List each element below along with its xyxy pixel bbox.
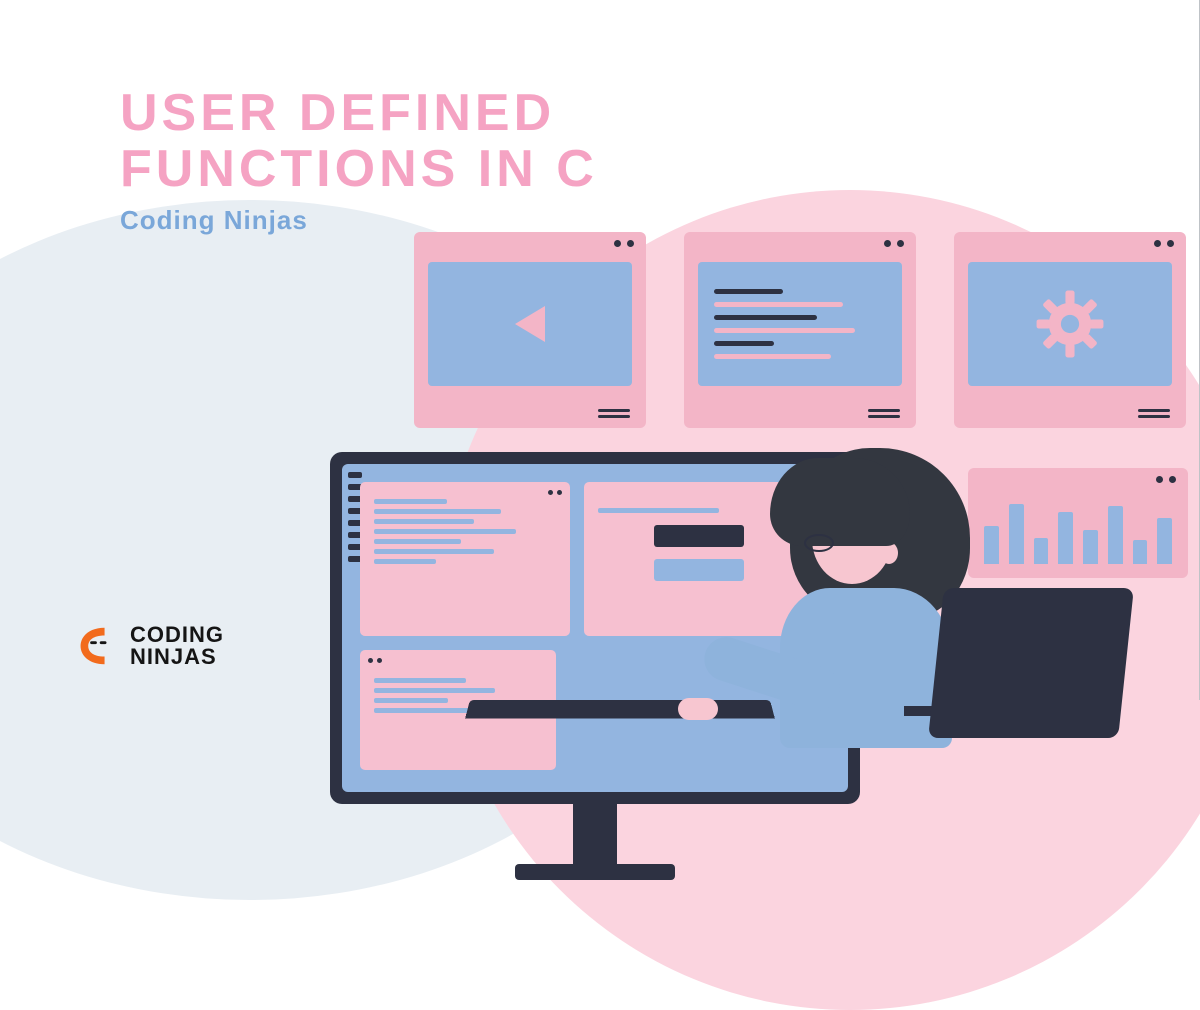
- chart-bar: [1133, 540, 1148, 564]
- play-icon: [515, 306, 545, 342]
- title-block: USER DEFINED FUNCTIONS IN C Coding Ninja…: [120, 85, 598, 236]
- card-video: [414, 232, 646, 428]
- logo-text-line1: CODING: [130, 624, 224, 646]
- chart-bar: [1108, 506, 1123, 564]
- chart-bar: [1034, 538, 1049, 564]
- video-screen: [428, 262, 632, 386]
- window-controls: [1156, 476, 1176, 483]
- code-screen: [698, 262, 902, 386]
- glasses-icon: [804, 534, 834, 552]
- bar-chart: [984, 500, 1172, 564]
- page-title-line2: FUNCTIONS IN C: [120, 141, 598, 197]
- monitor-stand: [573, 804, 617, 868]
- chart-bar: [1009, 504, 1024, 564]
- card-footer-lines: [598, 409, 630, 418]
- brand-logo: CODING NINJAS: [70, 622, 224, 670]
- screen-panel-left: [360, 482, 570, 636]
- window-controls: [614, 240, 634, 247]
- chair: [900, 588, 1130, 748]
- chart-bar: [1157, 518, 1172, 564]
- card-footer-lines: [1138, 409, 1170, 418]
- gear-screen: [968, 262, 1172, 386]
- logo-mark-icon: [70, 622, 118, 670]
- card-footer-lines: [868, 409, 900, 418]
- card-settings: [954, 232, 1186, 428]
- gear-icon: [1032, 286, 1108, 362]
- card-code: [684, 232, 916, 428]
- window-controls: [1154, 240, 1174, 247]
- logo-text: CODING NINJAS: [130, 624, 224, 668]
- chart-bar: [1058, 512, 1073, 564]
- page-subtitle: Coding Ninjas: [120, 205, 598, 236]
- monitor-base: [515, 864, 675, 880]
- window-controls: [884, 240, 904, 247]
- logo-text-line2: NINJAS: [130, 646, 224, 668]
- page-title-line1: USER DEFINED: [120, 85, 598, 141]
- chart-bar: [1083, 530, 1098, 564]
